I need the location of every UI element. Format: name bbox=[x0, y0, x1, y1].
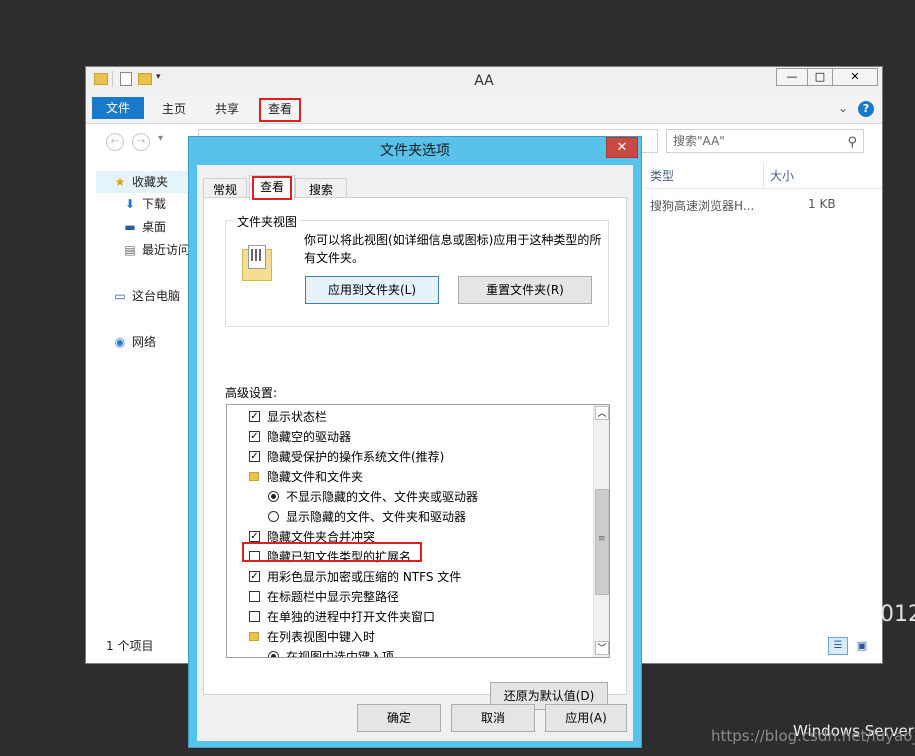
checkbox[interactable]: ✓ bbox=[249, 571, 260, 582]
nav-downloads-label: 下载 bbox=[142, 197, 167, 211]
hide-extensions-highlight bbox=[242, 542, 422, 562]
minimize-button[interactable]: — bbox=[776, 68, 808, 86]
background-text: 012 bbox=[880, 602, 915, 627]
folder-view-group-title: 文件夹视图 bbox=[234, 213, 301, 230]
checkbox[interactable]: ✓ bbox=[249, 431, 260, 442]
cancel-button[interactable]: 取消 bbox=[451, 704, 535, 732]
folder-view-group: 文件夹视图 你可以将此视图(如详细信息或图标)应用于这种类型的所有文件夹。 应用… bbox=[225, 213, 609, 327]
search-icon[interactable]: ⚲ bbox=[847, 132, 857, 154]
nav-downloads[interactable]: ⬇ 下载 bbox=[122, 194, 166, 214]
watermark: https://blog.csdn.net/luyao_ bbox=[711, 727, 915, 745]
settings-item-label: 隐藏受保护的操作系统文件(推荐) bbox=[267, 450, 445, 464]
settings-item-label: 用彩色显示加密或压缩的 NTFS 文件 bbox=[267, 570, 462, 584]
nav-network[interactable]: ◉ 网络 bbox=[112, 332, 156, 352]
settings-item-label: 在列表视图中键入时 bbox=[267, 630, 376, 644]
nav-favorites-label: 收藏夹 bbox=[132, 175, 169, 189]
close-button[interactable]: ✕ bbox=[832, 68, 878, 86]
checkbox[interactable] bbox=[249, 611, 260, 622]
dialog-close-button[interactable]: ✕ bbox=[606, 137, 638, 158]
apply-button[interactable]: 应用(A) bbox=[545, 704, 627, 732]
forward-button[interactable]: → bbox=[132, 133, 150, 151]
nav-recent-label: 最近访问 bbox=[142, 243, 191, 257]
ribbon: 文件 主页 共享 查看 ⌄ ? bbox=[86, 95, 882, 124]
tab-share[interactable]: 共享 bbox=[207, 99, 247, 119]
ribbon-expand-icon[interactable]: ⌄ bbox=[838, 101, 848, 115]
search-placeholder: 搜索"AA" bbox=[673, 134, 725, 148]
back-button[interactable]: ← bbox=[106, 133, 124, 151]
settings-item-label: 在标题栏中显示完整路径 bbox=[267, 590, 400, 604]
recent-places-icon: ▤ bbox=[124, 243, 136, 257]
scroll-down-icon[interactable]: ﹀ bbox=[595, 641, 609, 655]
list-scrollbar[interactable]: ︿ ≡ ﹀ bbox=[593, 405, 609, 657]
computer-icon: ▭ bbox=[114, 289, 126, 303]
explorer-titlebar: ▾ AA — □ ✕ bbox=[86, 67, 882, 95]
dialog-title: 文件夹选项 bbox=[380, 143, 450, 159]
view-tab-panel: 文件夹视图 你可以将此视图(如详细信息或图标)应用于这种类型的所有文件夹。 应用… bbox=[203, 197, 627, 710]
column-type[interactable]: 类型 bbox=[650, 167, 674, 184]
settings-item-label: 隐藏空的驱动器 bbox=[267, 430, 352, 444]
network-icon: ◉ bbox=[114, 335, 126, 349]
search-input[interactable]: 搜索"AA" ⚲ bbox=[666, 129, 864, 153]
checkbox[interactable]: ✓ bbox=[249, 451, 260, 462]
column-size[interactable]: 大小 bbox=[770, 167, 794, 184]
ok-button[interactable]: 确定 bbox=[357, 704, 441, 732]
large-icons-view-icon[interactable]: ▣ bbox=[852, 637, 872, 655]
settings-item-label: 在单独的进程中打开文件夹窗口 bbox=[267, 610, 436, 624]
reset-folders-button[interactable]: 重置文件夹(R) bbox=[458, 276, 592, 304]
scroll-up-icon[interactable]: ︿ bbox=[595, 406, 609, 420]
star-icon: ★ bbox=[114, 175, 126, 189]
file-size-cell: 1 KB bbox=[808, 197, 836, 211]
settings-item-label: 在视图中选中键入项 bbox=[286, 650, 395, 658]
folder-icon bbox=[249, 472, 259, 481]
advanced-settings-label: 高级设置: bbox=[225, 386, 278, 400]
nav-favorites[interactable]: ★ 收藏夹 bbox=[112, 172, 168, 192]
tab-view-highlight bbox=[259, 98, 301, 122]
folder-view-description: 你可以将此视图(如详细信息或图标)应用于这种类型的所有文件夹。 bbox=[304, 233, 602, 265]
help-icon[interactable]: ? bbox=[858, 101, 874, 117]
download-icon: ⬇ bbox=[124, 197, 136, 211]
nav-desktop-label: 桌面 bbox=[142, 220, 167, 234]
folder-icon bbox=[249, 632, 259, 641]
apply-to-folders-button[interactable]: 应用到文件夹(L) bbox=[305, 276, 439, 304]
checkbox[interactable]: ✓ bbox=[249, 531, 260, 542]
settings-item-label: 显示隐藏的文件、文件夹和驱动器 bbox=[286, 510, 467, 524]
nav-recent[interactable]: ▤ 最近访问 bbox=[122, 240, 190, 260]
nav-desktop[interactable]: ▬ 桌面 bbox=[122, 217, 166, 237]
recent-locations-icon[interactable]: ▾ bbox=[158, 133, 163, 144]
column-divider bbox=[763, 162, 764, 188]
folder-options-dialog: 文件夹选项 ✕ 常规 查看 搜索 文件夹视图 你可以将此视图(如详细信息或图标)… bbox=[188, 136, 642, 748]
column-header: 类型 大小 bbox=[646, 162, 882, 189]
settings-item-label: 不显示隐藏的文件、文件夹或驱动器 bbox=[286, 490, 479, 504]
window-title: AA bbox=[474, 73, 494, 89]
folder-view-icon bbox=[242, 243, 272, 281]
file-type-cell: 搜狗高速浏览器H... bbox=[650, 199, 755, 213]
radio-button[interactable] bbox=[268, 491, 279, 502]
tab-file[interactable]: 文件 bbox=[92, 97, 144, 119]
maximize-button[interactable]: □ bbox=[807, 68, 833, 86]
nav-this-pc-label: 这台电脑 bbox=[132, 289, 181, 303]
checkbox[interactable] bbox=[249, 591, 260, 602]
status-bar-text: 1 个项目 bbox=[106, 639, 154, 653]
settings-item-label: 显示状态栏 bbox=[267, 410, 328, 424]
dialog-body: 常规 查看 搜索 文件夹视图 你可以将此视图(如详细信息或图标)应用于这种类型的… bbox=[197, 165, 633, 741]
radio-button[interactable] bbox=[268, 511, 279, 522]
tab-home[interactable]: 主页 bbox=[154, 99, 194, 119]
details-view-icon[interactable]: ☰ bbox=[828, 637, 848, 655]
tab-view-dialog-highlight bbox=[252, 176, 292, 200]
settings-item-label: 隐藏文件和文件夹 bbox=[267, 470, 364, 484]
scroll-thumb[interactable]: ≡ bbox=[595, 489, 609, 595]
nav-this-pc[interactable]: ▭ 这台电脑 bbox=[112, 286, 180, 306]
nav-network-label: 网络 bbox=[132, 335, 157, 349]
radio-button[interactable] bbox=[268, 651, 279, 657]
desktop-icon: ▬ bbox=[124, 220, 136, 234]
checkbox[interactable]: ✓ bbox=[249, 411, 260, 422]
advanced-settings-list[interactable]: ✓ 显示状态栏 ✓ 隐藏空的驱动器 ✓ 隐藏受保护的操作系统文件(推荐) 隐藏文件和文件夹不… bbox=[226, 404, 610, 658]
